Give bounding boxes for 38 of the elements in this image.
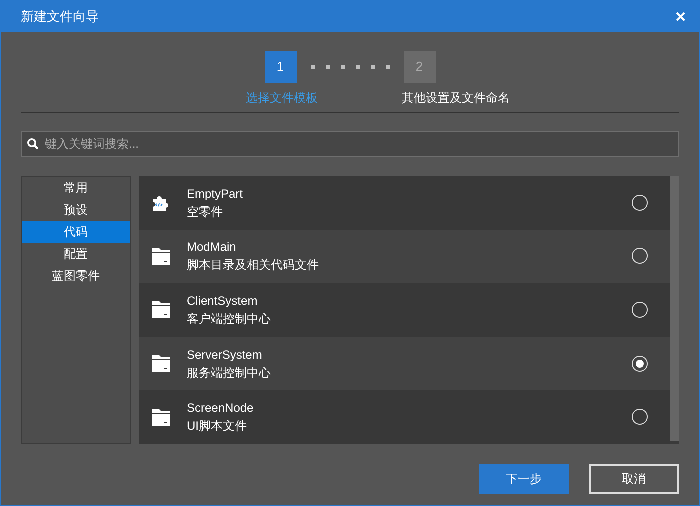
template-name: ClientSystem — [187, 292, 259, 310]
folder-icon — [152, 248, 170, 265]
close-button[interactable]: ✕ — [675, 10, 687, 24]
template-description: 脚本目录及相关代码文件 — [187, 257, 320, 274]
search-icon — [27, 138, 39, 150]
template-name: ModMain — [187, 239, 238, 256]
scrollbar[interactable] — [670, 176, 679, 441]
category-item[interactable]: 配置 — [22, 243, 130, 265]
template-description: 客户端控制中心 — [187, 310, 272, 328]
radio-button[interactable] — [632, 409, 648, 426]
step-label: 其他设置及文件命名 — [402, 90, 510, 107]
folder-icon — [152, 301, 170, 318]
template-name: ScreenNode — [187, 400, 255, 418]
step-number: 1 — [264, 51, 296, 83]
template-name: ServerSystem — [187, 346, 264, 364]
folder-icon — [152, 355, 170, 372]
step-label: 选择文件模板 — [246, 90, 318, 107]
category-item[interactable]: 蓝图零件 — [22, 265, 130, 287]
category-item[interactable]: 常用 — [22, 177, 130, 199]
template-name: EmptyPart — [187, 186, 244, 203]
template-description: 空零件 — [187, 204, 224, 221]
category-item[interactable]: 预设 — [22, 199, 130, 221]
category-item[interactable]: 代码 — [22, 221, 130, 243]
folder-icon — [152, 408, 170, 426]
puzzle-icon — [152, 194, 170, 212]
next-button[interactable]: 下一步 — [479, 464, 569, 494]
template-description: UI脚本文件 — [187, 418, 248, 436]
radio-button[interactable] — [632, 248, 648, 264]
step-number: 2 — [404, 51, 436, 83]
template-description: 服务端控制中心 — [187, 364, 272, 382]
radio-button[interactable] — [632, 194, 648, 211]
search-field[interactable]: 键入关键词搜索... — [21, 131, 679, 157]
template-row[interactable]: ModMain 脚本目录及相关代码文件 — [139, 230, 670, 284]
template-row[interactable]: ServerSystem 服务端控制中心 — [139, 336, 670, 390]
window-title: 新建文件向导 — [21, 8, 99, 26]
radio-button[interactable] — [632, 356, 648, 372]
cancel-button[interactable]: 取消 — [589, 464, 679, 494]
radio-button[interactable] — [632, 302, 648, 318]
